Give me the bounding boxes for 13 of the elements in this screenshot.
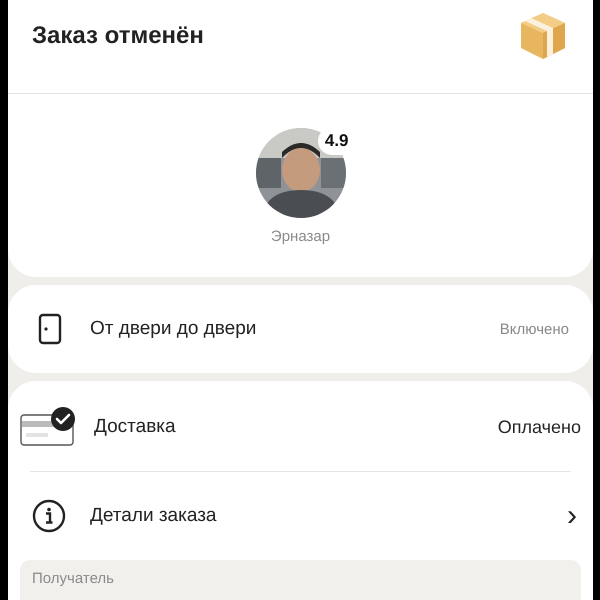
chevron-icon: ›: [567, 501, 577, 531]
option-status: Включено: [500, 320, 569, 338]
details-row[interactable]: Детали заказа ›: [8, 472, 593, 560]
courier-name: Эрназар: [270, 228, 330, 246]
info-icon: [32, 499, 66, 533]
page-title: Заказ отменён: [32, 22, 204, 50]
row-label: Доставка: [94, 416, 177, 438]
option-label: От двери до двери: [90, 318, 258, 340]
door-icon: [38, 313, 62, 345]
paid-card-icon: [20, 407, 76, 447]
payment-status: Оплачено: [498, 416, 581, 438]
details-label: Детали заказа: [90, 505, 218, 527]
recipient-label: Получатель: [32, 570, 114, 587]
